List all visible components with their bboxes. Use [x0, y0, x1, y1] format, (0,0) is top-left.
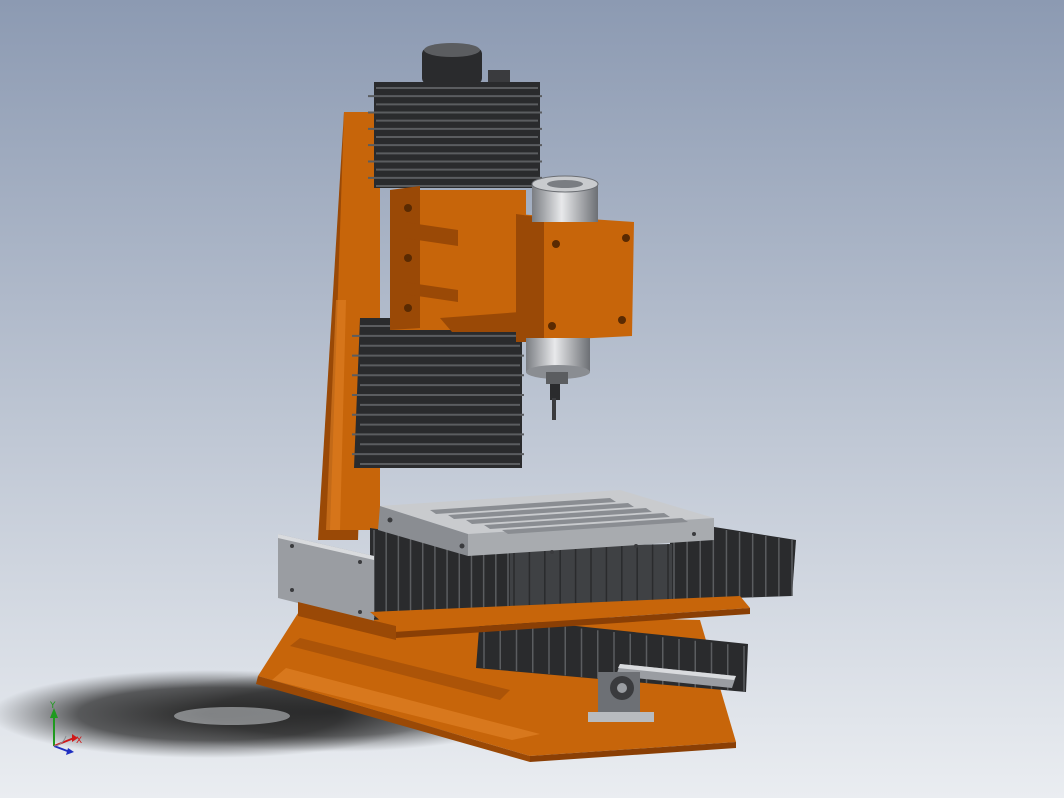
end-mill-tool[interactable] [552, 398, 556, 420]
z-axis-lower-bellows[interactable] [352, 318, 524, 468]
z-axis-upper-bellows[interactable] [368, 82, 542, 188]
viewport-canvas[interactable]: Y X [0, 0, 1064, 798]
x-axis-label: X [76, 736, 82, 746]
3d-viewport[interactable]: Y X [0, 0, 1064, 798]
spindle-top-cylinder[interactable] [531, 175, 599, 222]
y-axis-label: Y [49, 701, 56, 711]
z-carriage[interactable] [390, 186, 526, 332]
spindle-head[interactable] [516, 214, 634, 342]
